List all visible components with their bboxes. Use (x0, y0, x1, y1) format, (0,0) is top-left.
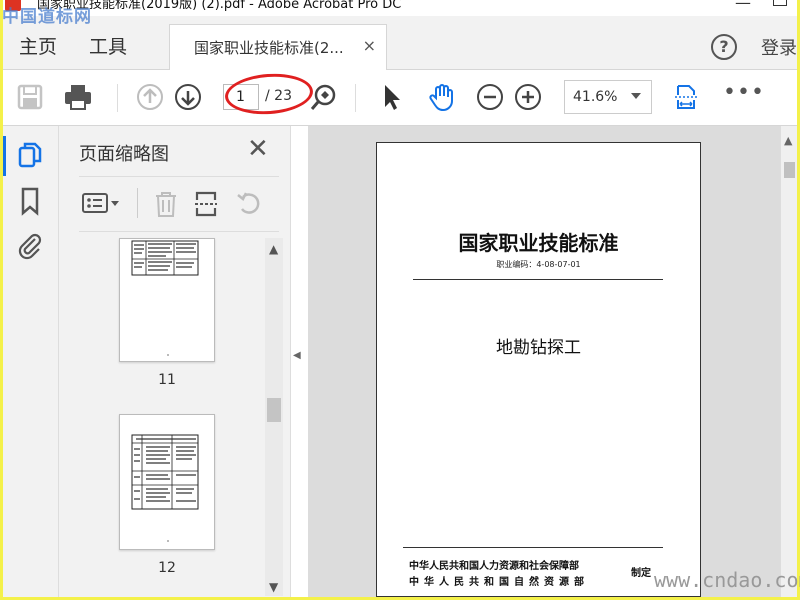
footer-rule (403, 547, 663, 548)
watermark-bottom-right: www.cndao.com (654, 568, 800, 592)
zoom-out-icon[interactable] (475, 82, 505, 112)
close-tab-icon[interactable]: × (363, 36, 376, 55)
document-scrollbar[interactable]: ▲ (780, 126, 797, 597)
toolbar-divider (355, 84, 356, 112)
print-icon[interactable] (63, 82, 93, 112)
tab-bar: 主页 工具 国家职业技能标准(2... × ? 登录 (3, 16, 797, 70)
bookmark-icon[interactable] (15, 186, 45, 216)
collapse-panel-icon[interactable]: ◀ (293, 350, 301, 361)
close-icon[interactable]: ✕ (247, 134, 269, 164)
thumbnail-page-number: 12 (158, 560, 176, 576)
occupation-name: 地勘钻探工 (496, 338, 581, 358)
scroll-up-icon[interactable]: ▲ (269, 242, 278, 256)
thumbnails-panel: 页面缩略图 ✕ 11 12 ▲ ▼ (59, 126, 291, 597)
hand-icon[interactable] (427, 82, 457, 112)
navigation-rail (3, 126, 59, 597)
document-tab-label: 国家职业技能标准(2... (194, 39, 344, 57)
menu-home[interactable]: 主页 (19, 32, 57, 59)
page-thumbnails-icon[interactable] (15, 140, 45, 170)
pdf-page: 国家职业技能标准 职业编码：4-08-07-01 地勘钻探工 中华人民共和国人力… (376, 142, 701, 597)
thumbnail-content (131, 240, 199, 356)
scrollbar-thumb[interactable] (784, 162, 795, 178)
menu-tools[interactable]: 工具 (89, 32, 127, 59)
thumbnail-options-icon[interactable] (81, 192, 121, 216)
watermark-top-left: 中国道标网 (2, 7, 92, 27)
title-rule (413, 279, 663, 280)
app-window: 国家职业技能标准(2019版) (2).pdf - Adobe Acrobat … (3, 0, 797, 597)
attachment-icon[interactable] (15, 230, 45, 260)
issuer-line-2: 中华人民共和国自然资源部 (409, 577, 589, 588)
minimize-icon[interactable]: — (735, 0, 751, 11)
thumbnail-page-number: 11 (158, 372, 176, 388)
fit-page-icon[interactable] (671, 82, 701, 112)
more-icon[interactable]: ••• (723, 80, 765, 105)
document-tab[interactable]: 国家职业技能标准(2... × (169, 24, 387, 70)
occupation-code: 职业编码：4-08-07-01 (496, 260, 581, 269)
thumbnail-page-11[interactable] (119, 238, 215, 362)
save-icon[interactable] (15, 82, 45, 112)
panel-divider (79, 176, 279, 177)
toolbar-divider (137, 188, 138, 218)
active-indicator (3, 136, 6, 176)
zoom-value: 41.6% (573, 89, 618, 105)
zoom-select[interactable]: 41.6% (564, 80, 652, 114)
select-arrow-icon[interactable] (377, 82, 407, 112)
thumbnail-content (131, 434, 199, 542)
login-button[interactable]: 登录 (761, 34, 797, 60)
zoom-marquee-icon[interactable] (309, 82, 339, 112)
scrollbar-thumb[interactable] (267, 398, 281, 422)
scroll-down-icon[interactable]: ▼ (269, 580, 278, 594)
rotate-icon[interactable] (235, 190, 263, 218)
issuer-line-1: 中华人民共和国人力资源和社会保障部 (409, 561, 579, 572)
page-down-icon[interactable] (173, 82, 203, 112)
document-view[interactable]: 国家职业技能标准 职业编码：4-08-07-01 地勘钻探工 中华人民共和国人力… (308, 126, 780, 597)
help-icon[interactable]: ? (711, 34, 737, 60)
thumbnail-tools (79, 184, 279, 224)
chevron-down-icon (631, 93, 641, 99)
scroll-up-icon[interactable]: ▲ (784, 134, 792, 147)
delete-icon[interactable] (153, 190, 179, 218)
title-bar: 国家职业技能标准(2019版) (2).pdf - Adobe Acrobat … (3, 0, 797, 16)
annotation-circle (223, 70, 315, 118)
toolbar-divider (117, 84, 118, 112)
maximize-icon[interactable] (773, 0, 787, 6)
panel-divider (79, 231, 279, 232)
extract-pages-icon[interactable] (193, 190, 219, 218)
page-up-icon[interactable] (135, 82, 165, 112)
thumbnail-page-12[interactable] (119, 414, 215, 550)
document-title: 国家职业技能标准 (458, 231, 619, 255)
toolbar: 1 / 23 41.6% ••• (3, 70, 797, 126)
issued-label: 制定 (631, 568, 651, 579)
panel-title: 页面缩略图 (79, 144, 169, 165)
zoom-in-icon[interactable] (513, 82, 543, 112)
thumbnails-scrollbar[interactable]: ▲ ▼ (265, 238, 283, 596)
